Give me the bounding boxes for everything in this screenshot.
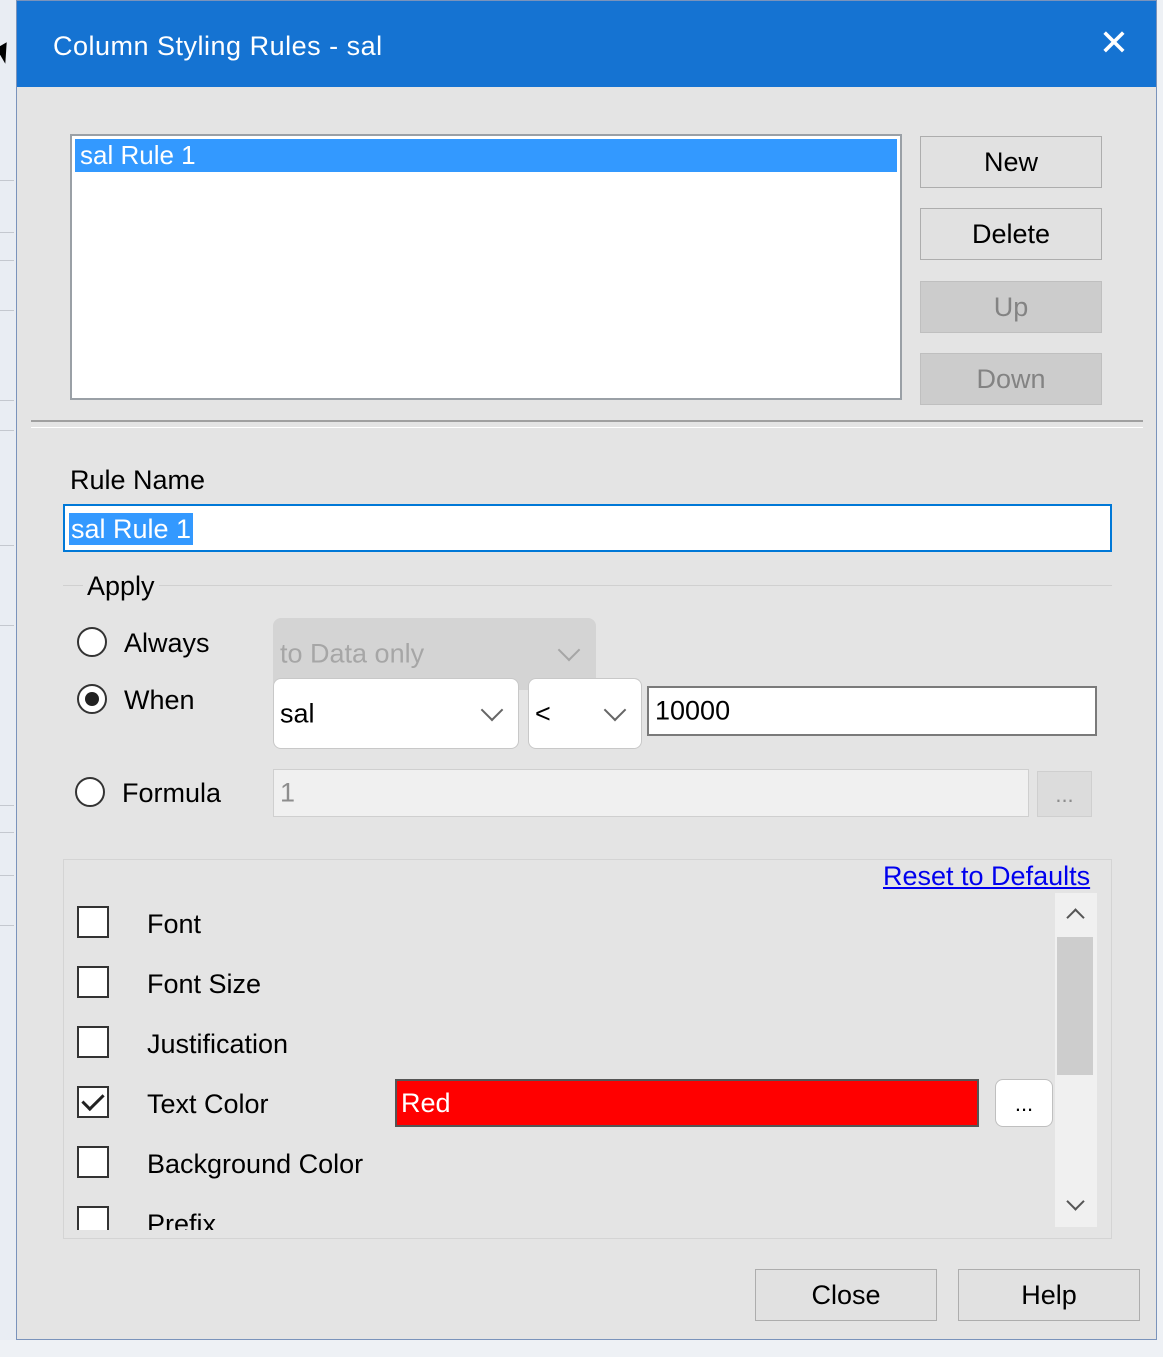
when-radio[interactable] [77, 684, 107, 714]
down-button[interactable]: Down [920, 353, 1102, 405]
chevron-down-icon [603, 698, 627, 721]
formula-value: 1 [280, 777, 296, 808]
up-button[interactable]: Up [920, 281, 1102, 333]
text-color-checkbox[interactable] [77, 1086, 109, 1118]
window-title: Column Styling Rules - sal [53, 31, 383, 61]
operator-dropdown[interactable]: < [528, 678, 642, 749]
list-item[interactable]: sal Rule 1 [75, 139, 897, 172]
prefix-checkbox[interactable] [77, 1206, 109, 1230]
rule-name-value: sal Rule 1 [69, 513, 194, 545]
formula-label: Formula [122, 778, 222, 808]
chevron-down-icon [480, 698, 504, 721]
justification-checkbox[interactable] [77, 1026, 109, 1058]
apply-scope-value: to Data only [280, 638, 425, 669]
background-window-edge-right [1157, 0, 1163, 1357]
font-size-label: Font Size [147, 969, 262, 999]
condition-value-input[interactable]: 10000 [647, 686, 1097, 736]
close-button[interactable]: Close [755, 1269, 937, 1321]
divider [31, 420, 1143, 422]
font-checkbox[interactable] [77, 906, 109, 938]
delete-button[interactable]: Delete [920, 208, 1102, 260]
background-window-bottom [0, 1340, 1163, 1357]
font-size-checkbox[interactable] [77, 966, 109, 998]
operator-value: < [535, 698, 551, 728]
text-color-picker-button[interactable]: ... [995, 1079, 1053, 1127]
justification-label: Justification [147, 1029, 289, 1059]
column-dropdown[interactable]: sal [273, 678, 519, 749]
apply-group-title: Apply [83, 571, 159, 602]
when-label: When [124, 685, 195, 715]
formula-radio[interactable] [75, 777, 105, 807]
always-label: Always [124, 628, 210, 658]
rule-name-input[interactable]: sal Rule 1 [63, 504, 1112, 552]
scrollbar-thumb[interactable] [1057, 937, 1093, 1075]
font-label: Font [147, 909, 202, 939]
chevron-down-icon [557, 638, 581, 662]
close-icon[interactable]: ✕ [1092, 19, 1136, 67]
column-styling-dialog: Column Styling Rules - sal ✕ sal Rule 1 … [16, 0, 1157, 1340]
scroll-down-icon[interactable] [1055, 1187, 1097, 1227]
title-bar: Column Styling Rules - sal ✕ [17, 1, 1156, 87]
reset-to-defaults-link[interactable]: Reset to Defaults [883, 861, 1090, 892]
background-color-label: Background Color [147, 1149, 364, 1179]
formula-edit-button[interactable]: ... [1037, 771, 1092, 817]
text-color-label: Text Color [147, 1089, 269, 1119]
style-list-clip: Prefix [63, 1201, 1053, 1230]
scroll-up-icon[interactable] [1055, 893, 1097, 933]
prefix-label: Prefix [147, 1209, 217, 1230]
background-color-checkbox[interactable] [77, 1146, 109, 1178]
rules-listbox[interactable]: sal Rule 1 [70, 134, 902, 400]
help-button[interactable]: Help [958, 1269, 1140, 1321]
background-window-edge [0, 0, 17, 1357]
rule-name-label: Rule Name [70, 465, 206, 495]
style-options-scrollbar[interactable] [1055, 893, 1097, 1227]
condition-value: 10000 [655, 695, 731, 726]
new-button[interactable]: New [920, 136, 1102, 188]
divider-highlight [31, 427, 1143, 428]
column-value: sal [280, 698, 315, 728]
text-color-field[interactable]: Red [395, 1079, 979, 1127]
always-radio[interactable] [77, 627, 107, 657]
formula-input[interactable]: 1 [273, 769, 1029, 817]
